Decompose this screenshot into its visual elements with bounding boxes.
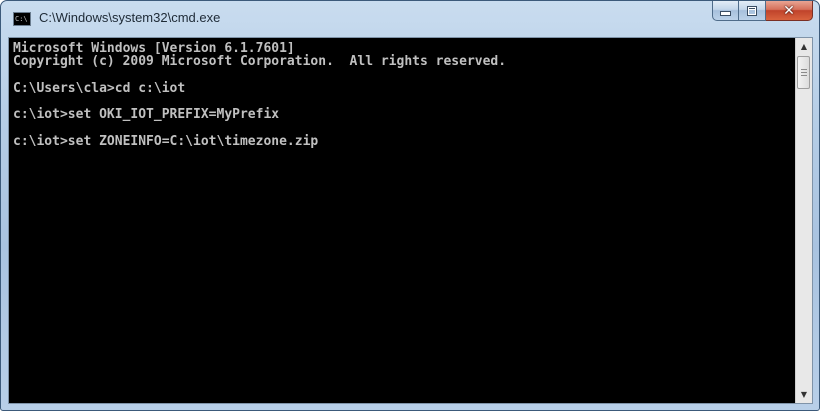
scroll-up-button[interactable]: ▲ <box>796 38 812 55</box>
maximize-button[interactable] <box>739 1 766 21</box>
close-button[interactable]: ✕ <box>766 1 813 21</box>
close-icon: ✕ <box>783 2 795 19</box>
arrow-up-icon: ▲ <box>800 42 808 51</box>
console-line: Copyright (c) 2009 Microsoft Corporation… <box>13 54 507 70</box>
console-line: C:\Users\cla>cd c:\iot <box>13 80 186 96</box>
scroll-down-button[interactable]: ▼ <box>796 386 812 403</box>
minimize-button[interactable] <box>712 1 739 21</box>
window-title: C:\Windows\system32\cmd.exe <box>39 10 221 25</box>
console-line: c:\iot>set ZONEINFO=C:\iot\timezone.zip <box>13 134 319 150</box>
console-frame: Microsoft Windows [Version 6.1.7601] Copy… <box>8 37 813 404</box>
window-controls: ✕ <box>712 1 813 22</box>
arrow-down-icon: ▼ <box>800 390 808 399</box>
scrollbar-thumb[interactable] <box>797 56 810 89</box>
maximize-icon <box>747 5 757 16</box>
vertical-scrollbar[interactable]: ▲ ▼ <box>795 38 812 403</box>
cmd-console-icon[interactable]: C:\ <box>13 12 31 26</box>
cmd-window: C:\ C:\Windows\system32\cmd.exe ✕ Micros… <box>0 0 820 411</box>
title-bar[interactable]: C:\ C:\Windows\system32\cmd.exe ✕ <box>1 1 819 37</box>
console-output[interactable]: Microsoft Windows [Version 6.1.7601] Copy… <box>9 38 795 403</box>
console-line: c:\iot>set OKI_IOT_PREFIX=MyPrefix <box>13 107 280 123</box>
console-line: Microsoft Windows [Version 6.1.7601] <box>13 41 295 56</box>
grip-icon <box>800 69 807 76</box>
minimize-icon <box>720 11 731 16</box>
